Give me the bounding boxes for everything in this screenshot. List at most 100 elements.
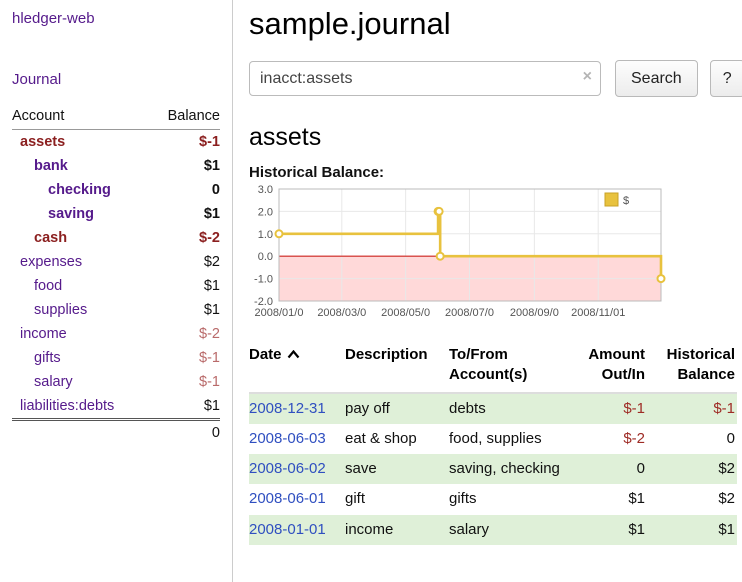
account-balance: $-1 xyxy=(150,130,220,155)
svg-text:3.0: 3.0 xyxy=(258,185,273,196)
svg-text:-1.0: -1.0 xyxy=(254,274,273,286)
account-row: saving $1 xyxy=(12,202,220,226)
account-row: expenses $2 xyxy=(12,250,220,274)
transaction-accounts: food, supplies xyxy=(449,424,577,454)
account-row: income $-2 xyxy=(12,322,220,346)
account-link[interactable]: bank xyxy=(34,158,68,174)
svg-text:0.0: 0.0 xyxy=(258,251,273,263)
account-link[interactable]: cash xyxy=(34,230,67,246)
account-link[interactable]: supplies xyxy=(34,302,87,318)
transaction-description: eat & shop xyxy=(345,424,449,454)
accounts-panel: Account Balance assets $-1 bank $1 check… xyxy=(12,104,220,445)
transaction-balance: $2 xyxy=(647,454,737,484)
account-link[interactable]: food xyxy=(34,278,62,294)
table-row: 2008-12-31 pay off debts $-1 $-1 xyxy=(249,393,737,424)
account-link[interactable]: expenses xyxy=(20,254,82,270)
accounts-header-balance: Balance xyxy=(150,104,220,130)
svg-text:2008/11/01: 2008/11/01 xyxy=(571,307,625,319)
transaction-amount: $-2 xyxy=(577,424,647,454)
account-balance: $1 xyxy=(150,154,220,178)
transaction-balance: $1 xyxy=(647,515,737,545)
svg-text:2008/03/0: 2008/03/0 xyxy=(317,307,366,319)
account-link[interactable]: income xyxy=(20,326,67,342)
account-row: assets $-1 xyxy=(12,130,220,155)
register-header-date-label: Date xyxy=(249,346,282,363)
account-row: food $1 xyxy=(12,274,220,298)
account-link[interactable]: salary xyxy=(34,374,73,390)
search-button[interactable]: Search xyxy=(615,60,698,97)
register-header-date[interactable]: Date xyxy=(249,341,345,393)
transaction-date-link[interactable]: 2008-06-03 xyxy=(249,430,326,447)
transaction-description: gift xyxy=(345,484,449,514)
transaction-balance: 0 xyxy=(647,424,737,454)
register-header-accounts: To/From Account(s) xyxy=(449,341,577,393)
account-balance: $-1 xyxy=(150,370,220,394)
account-row: supplies $1 xyxy=(12,298,220,322)
search-bar: × Search ? xyxy=(249,60,742,97)
account-link[interactable]: checking xyxy=(48,182,111,198)
account-balance: 0 xyxy=(150,178,220,202)
accounts-total-value: 0 xyxy=(150,420,220,446)
search-input[interactable] xyxy=(249,61,601,96)
chart-title: Historical Balance: xyxy=(249,164,742,181)
svg-text:2008/09/0: 2008/09/0 xyxy=(510,307,559,319)
brand-link[interactable]: hledger-web xyxy=(12,10,220,27)
account-row: salary $-1 xyxy=(12,370,220,394)
account-row: liabilities:debts $1 xyxy=(12,394,220,420)
transaction-accounts: gifts xyxy=(449,484,577,514)
account-balance: $-2 xyxy=(150,226,220,250)
clear-search-icon[interactable]: × xyxy=(583,68,592,86)
account-link[interactable]: saving xyxy=(48,206,94,222)
transaction-amount: $1 xyxy=(577,484,647,514)
register-header-description: Description xyxy=(345,341,449,393)
svg-text:2008/05/0: 2008/05/0 xyxy=(381,307,430,319)
account-row: cash $-2 xyxy=(12,226,220,250)
account-balance: $1 xyxy=(150,202,220,226)
account-heading: assets xyxy=(249,123,742,152)
account-row: gifts $-1 xyxy=(12,346,220,370)
transaction-balance: $-1 xyxy=(647,393,737,424)
table-row: 2008-06-03 eat & shop food, supplies $-2… xyxy=(249,424,737,454)
sidebar-item-journal[interactable]: Journal xyxy=(12,71,220,88)
transaction-date-link[interactable]: 2008-12-31 xyxy=(249,400,326,417)
transaction-accounts: saving, checking xyxy=(449,454,577,484)
table-row: 2008-06-01 gift gifts $1 $2 xyxy=(249,484,737,514)
svg-text:1.0: 1.0 xyxy=(258,229,273,241)
account-balance: $1 xyxy=(150,298,220,322)
account-balance: $1 xyxy=(150,274,220,298)
transaction-description: save xyxy=(345,454,449,484)
table-row: 2008-06-02 save saving, checking 0 $2 xyxy=(249,454,737,484)
account-link[interactable]: liabilities:debts xyxy=(20,398,114,414)
transaction-amount: $1 xyxy=(577,515,647,545)
balance-chart-svg: 3.02.01.00.0-1.0-2.02008/01/02008/03/020… xyxy=(249,185,669,331)
sidebar: hledger-web Journal Account Balance asse… xyxy=(0,0,233,582)
help-button[interactable]: ? xyxy=(710,60,742,97)
svg-text:2008/01/0: 2008/01/0 xyxy=(255,307,304,319)
main-content: sample.journal × Search ? assets Histori… xyxy=(233,0,742,582)
account-row: checking 0 xyxy=(12,178,220,202)
transaction-amount: 0 xyxy=(577,454,647,484)
register-header-amount: Amount Out/In xyxy=(577,341,647,393)
svg-text:$: $ xyxy=(623,195,629,207)
search-box: × xyxy=(249,61,601,96)
accounts-header-account: Account xyxy=(12,104,150,130)
page-title: sample.journal xyxy=(249,6,742,42)
transaction-accounts: salary xyxy=(449,515,577,545)
balance-chart: 3.02.01.00.0-1.0-2.02008/01/02008/03/020… xyxy=(249,185,742,331)
svg-text:2008/07/0: 2008/07/0 xyxy=(445,307,494,319)
transaction-date-link[interactable]: 2008-06-01 xyxy=(249,490,326,507)
register-table: Date Description To/From Account(s) Amou… xyxy=(249,341,737,545)
transaction-date-link[interactable]: 2008-06-02 xyxy=(249,460,326,477)
accounts-total-spacer xyxy=(12,420,150,446)
transaction-date-link[interactable]: 2008-01-01 xyxy=(249,521,326,538)
transaction-description: income xyxy=(345,515,449,545)
accounts-header-row: Account Balance xyxy=(12,104,220,130)
account-balance: $1 xyxy=(150,394,220,420)
accounts-total-row: 0 xyxy=(12,420,220,446)
account-link[interactable]: gifts xyxy=(34,350,61,366)
transaction-description: pay off xyxy=(345,393,449,424)
account-balance: $-1 xyxy=(150,346,220,370)
account-link[interactable]: assets xyxy=(20,134,65,150)
register-header-balance: Historical Balance xyxy=(647,341,737,393)
sort-asc-icon xyxy=(287,346,300,363)
